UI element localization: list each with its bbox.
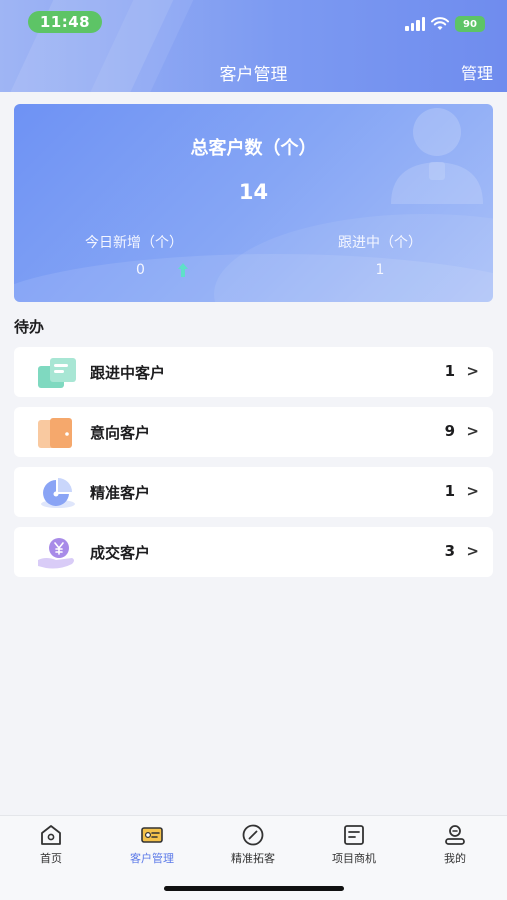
chevron-right-icon: > (466, 362, 479, 380)
todo-section-title: 待办 (14, 318, 45, 336)
customer-summary-card: 总客户数（个） 14 今日新增（个） 0 跟进中（个） 1 (14, 104, 493, 302)
page-title: 客户管理 (219, 65, 288, 85)
home-indicator[interactable] (164, 886, 344, 891)
list-item-count: 1 (444, 362, 455, 380)
precise-target-icon (41, 478, 75, 508)
cellular-signal-icon (405, 17, 425, 31)
today-new-value: 0 (136, 262, 145, 278)
manage-button[interactable]: 管理 (461, 60, 493, 84)
deal-yen-icon (38, 538, 74, 569)
list-item-label: 精准客户 (90, 484, 151, 502)
list-item-label: 意向客户 (90, 424, 151, 442)
tab-customer-management[interactable]: 客户管理 (107, 824, 197, 866)
today-new-label: 今日新增（个） (85, 235, 183, 251)
follow-card-icon (38, 358, 76, 388)
tab-mine[interactable]: 我的 (410, 824, 500, 866)
list-item-following-customers[interactable]: 跟进中客户 1 > (14, 347, 493, 397)
chevron-right-icon: > (466, 482, 479, 500)
list-item-count: 1 (444, 482, 455, 500)
home-icon (41, 825, 61, 845)
compass-icon (242, 824, 264, 846)
total-customers-label: 总客户数（个） (190, 138, 317, 159)
profile-icon (445, 825, 465, 845)
status-time: 11:48 (28, 11, 102, 33)
list-item-deal-customers[interactable]: 成交客户 3 > (14, 527, 493, 577)
tab-label: 我的 (444, 852, 466, 865)
trend-up-icon (178, 263, 188, 277)
tab-label: 首页 (40, 852, 62, 865)
chevron-right-icon: > (466, 542, 479, 560)
list-item-label: 成交客户 (90, 544, 151, 562)
tab-home[interactable]: 首页 (6, 824, 96, 866)
list-item-count: 3 (444, 542, 455, 560)
document-icon (344, 825, 364, 845)
customer-icon (141, 827, 163, 843)
list-item-precise-customers[interactable]: 精准客户 1 > (14, 467, 493, 517)
list-item-count: 9 (444, 422, 455, 440)
tab-label: 客户管理 (130, 852, 174, 865)
battery-icon: 90 (455, 16, 485, 32)
following-label: 跟进中（个） (338, 235, 422, 251)
navigation-header: 11:48 90 客户管理 管理 (0, 0, 507, 92)
intent-door-icon (38, 418, 72, 448)
tab-label: 项目商机 (332, 852, 376, 865)
list-item-label: 跟进中客户 (90, 364, 166, 382)
tab-precise-acquisition[interactable]: 精准拓客 (208, 824, 298, 866)
wifi-icon (431, 17, 449, 30)
status-indicators: 90 (405, 15, 485, 33)
total-customers-value: 14 (238, 180, 269, 204)
chevron-right-icon: > (466, 422, 479, 440)
following-value: 1 (375, 262, 385, 278)
tab-project-opportunities[interactable]: 项目商机 (309, 824, 399, 866)
tab-label: 精准拓客 (231, 852, 275, 865)
list-item-intent-customers[interactable]: 意向客户 9 > (14, 407, 493, 457)
